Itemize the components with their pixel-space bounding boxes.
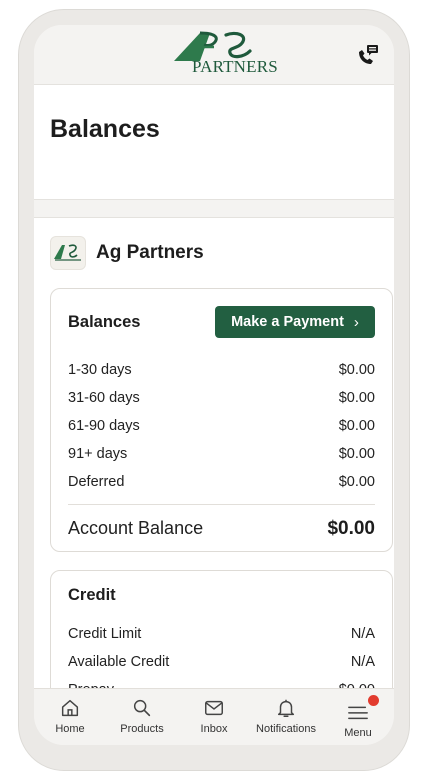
nav-item-inbox[interactable]: Inbox [178,689,250,745]
account-balance-label: Account Balance [68,518,204,538]
credit-row-value: N/A [350,654,375,670]
balance-row-label: 31-60 days [68,390,140,406]
balances-card: Balances Make a Payment › 1-30 days $0.0… [50,288,393,552]
make-payment-label: Make a Payment [231,314,344,330]
account-balance-row: Account Balance $0.00 [68,518,375,540]
credit-row-label: Available Credit [68,654,170,670]
balances-content: Ag Partners Balances Make a Payment › 1-… [34,218,394,710]
balance-row: 91+ days $0.00 [68,446,375,462]
balance-row-value: $0.00 [338,418,375,434]
credit-row: Credit Limit N/A [68,626,375,642]
credit-row-value: N/A [350,626,375,642]
nav-label: Inbox [200,723,228,735]
page-header: Balances [34,85,394,200]
menu-notification-badge [368,695,379,706]
mail-icon [205,700,223,716]
credit-row-label: Credit Limit [68,626,142,642]
credit-row: Available Credit N/A [68,654,375,670]
call-support-button[interactable] [356,43,380,67]
balance-row-label: Deferred [68,474,125,490]
search-icon [133,699,151,717]
balance-row-value: $0.00 [338,446,375,462]
menu-icon [348,706,368,720]
balance-row-label: 91+ days [68,446,128,462]
balance-row-value: $0.00 [338,390,375,406]
nav-label: Home [55,723,85,735]
balances-card-title: Balances [68,313,141,331]
nav-label: Menu [344,727,372,739]
nav-label: Notifications [256,723,316,735]
organization-header: Ag Partners [50,236,204,270]
balances-divider [68,504,375,505]
bottom-navigation: Home Products Inbox Notifications Menu [34,688,394,745]
account-balance-value: $0.00 [327,518,375,539]
balance-row: 61-90 days $0.00 [68,418,375,434]
org-logo-icon [50,236,86,270]
balance-row: 31-60 days $0.00 [68,390,375,406]
section-separator [34,200,394,218]
balance-row-value: $0.00 [338,362,375,378]
nav-item-menu[interactable]: Menu [322,689,394,745]
app-screen: PARTNERS Balances Ag Partners Balances M… [34,25,394,745]
phone-message-icon [359,45,378,64]
make-payment-button[interactable]: Make a Payment › [215,306,375,338]
balance-row-label: 1-30 days [68,362,132,378]
nav-item-home[interactable]: Home [34,689,106,745]
credit-card-title: Credit [68,586,116,604]
balance-row: Deferred $0.00 [68,474,375,490]
home-icon [61,699,79,717]
ag-partners-small-logo [54,244,81,261]
nav-label: Products [120,723,164,735]
ag-partners-logo: PARTNERS [170,31,278,79]
logo-caption: PARTNERS [192,57,278,76]
balance-row: 1-30 days $0.00 [68,362,375,378]
page-title: Balances [50,115,160,143]
chevron-right-icon: › [353,313,359,331]
nav-item-products[interactable]: Products [106,689,178,745]
balance-row-value: $0.00 [338,474,375,490]
organization-name: Ag Partners [96,242,204,263]
nav-item-notifications[interactable]: Notifications [250,689,322,745]
app-header: PARTNERS [34,25,394,85]
balance-row-label: 61-90 days [68,418,140,434]
bell-icon [277,699,295,717]
